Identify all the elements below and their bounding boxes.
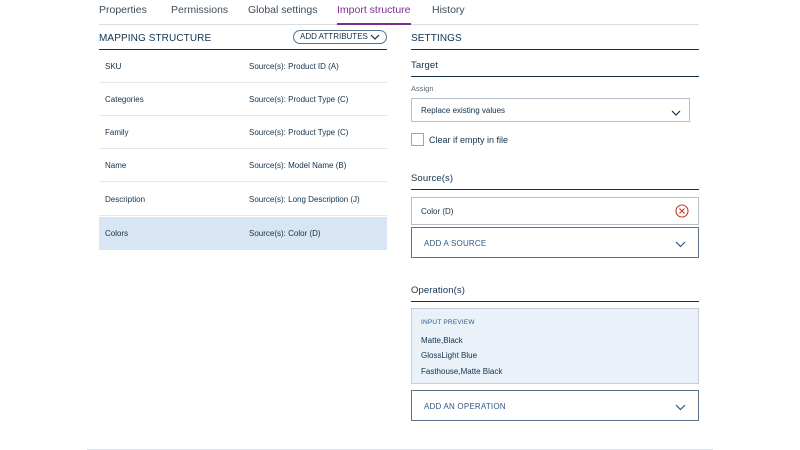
operations-divider xyxy=(411,301,699,302)
add-source-label: ADD A SOURCE xyxy=(424,239,487,248)
mapping-row-name-attr[interactable]: Name Source(s): Model Name (B) xyxy=(99,149,387,182)
chevron-down-icon xyxy=(675,400,686,418)
mapping-row-source: Source(s): Long Description (J) xyxy=(249,195,360,204)
input-preview: INPUT PREVIEW Matte,Black GlossLight Blu… xyxy=(411,308,699,384)
tab-history[interactable]: History xyxy=(432,4,465,24)
tab-permissions[interactable]: Permissions xyxy=(171,4,228,24)
assign-label: Assign xyxy=(411,84,434,93)
input-preview-line: Matte,Black xyxy=(421,336,463,345)
remove-source-icon[interactable] xyxy=(675,204,689,218)
clear-if-empty-checkbox[interactable] xyxy=(411,133,424,146)
chevron-down-icon xyxy=(671,105,681,123)
mapping-row-name: SKU xyxy=(105,62,122,71)
operations-heading: Operation(s) xyxy=(411,285,465,296)
mapping-row-name: Colors xyxy=(105,229,129,238)
mapping-row-source: Source(s): Model Name (B) xyxy=(249,161,347,170)
add-source-button[interactable]: ADD A SOURCE xyxy=(411,227,699,258)
add-operation-label: ADD AN OPERATION xyxy=(424,402,506,411)
mapping-row-categories[interactable]: Categories Source(s): Product Type (C) xyxy=(99,83,387,116)
add-attributes-label: ADD ATTRIBUTES xyxy=(300,32,368,41)
mapping-row-source: Source(s): Product Type (C) xyxy=(249,95,349,104)
mapping-row-sku[interactable]: SKU Source(s): Product ID (A) xyxy=(99,50,387,83)
mapping-row-name: Name xyxy=(105,161,127,170)
source-item: Color (D) xyxy=(411,197,699,225)
chevron-down-icon xyxy=(370,33,380,45)
sources-heading: Source(s) xyxy=(411,173,454,184)
mapping-row-description[interactable]: Description Source(s): Long Description … xyxy=(99,183,387,216)
settings-divider xyxy=(411,49,699,50)
target-divider xyxy=(411,76,699,77)
mapping-row-name: Categories xyxy=(105,95,144,104)
add-attributes-button[interactable]: ADD ATTRIBUTES xyxy=(293,30,387,44)
source-item-value: Color (D) xyxy=(421,207,454,216)
sources-divider xyxy=(411,189,699,190)
clear-if-empty-label: Clear if empty in file xyxy=(429,135,509,145)
chevron-down-icon xyxy=(675,237,686,255)
mapping-row-colors[interactable]: Colors Source(s): Color (D) xyxy=(99,217,387,250)
tab-global-settings[interactable]: Global settings xyxy=(248,4,317,24)
tab-import-structure[interactable]: Import structure xyxy=(337,4,411,25)
mapping-row-name: Description xyxy=(105,195,146,204)
input-preview-line: GlossLight Blue xyxy=(421,351,478,360)
tab-properties[interactable]: Properties xyxy=(99,4,147,24)
mapping-row-source: Source(s): Product Type (C) xyxy=(249,128,349,137)
tab-bar: Properties Permissions Global settings I… xyxy=(99,0,699,25)
assign-value: Replace existing values xyxy=(421,106,506,115)
mapping-row-source: Source(s): Product ID (A) xyxy=(249,62,339,71)
mapping-row-family[interactable]: Family Source(s): Product Type (C) xyxy=(99,116,387,149)
add-operation-button[interactable]: ADD AN OPERATION xyxy=(411,390,699,421)
settings-title: SETTINGS xyxy=(411,33,462,44)
input-preview-line: Fasthouse,Matte Black xyxy=(421,367,503,376)
mapping-row-source: Source(s): Color (D) xyxy=(249,229,321,238)
input-preview-title: INPUT PREVIEW xyxy=(421,319,475,326)
target-heading: Target xyxy=(411,60,439,71)
mapping-structure-title: MAPPING STRUCTURE xyxy=(99,33,212,44)
assign-select[interactable]: Replace existing values xyxy=(411,98,690,122)
mapping-row-name: Family xyxy=(105,128,129,137)
